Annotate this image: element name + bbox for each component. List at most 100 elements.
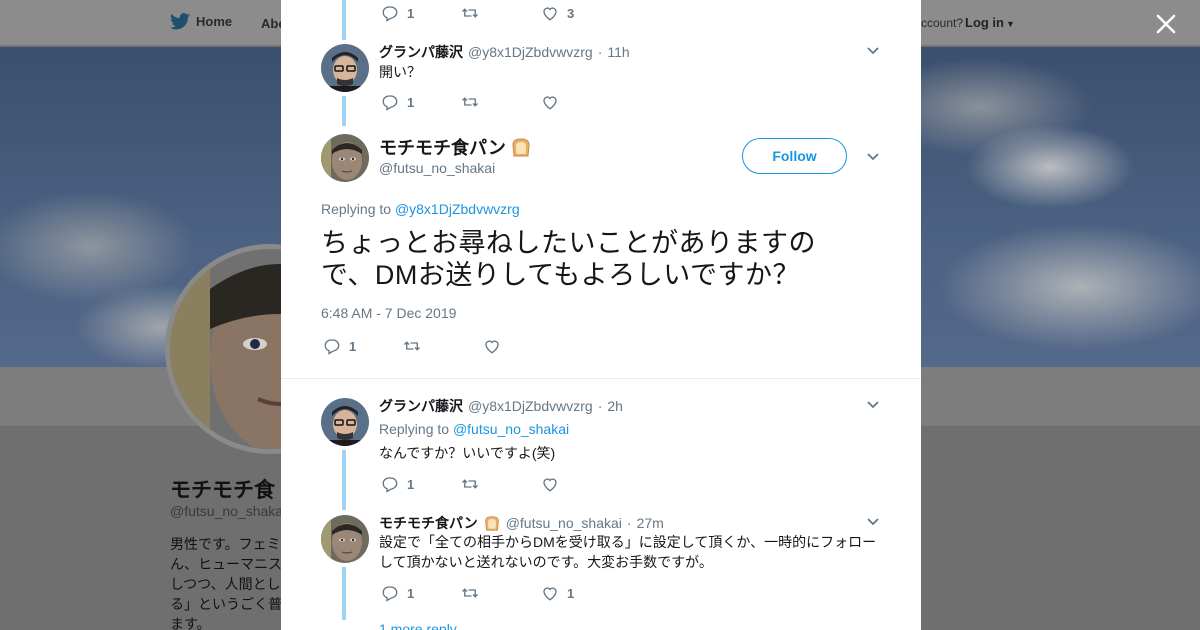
login-label: Log in: [965, 15, 1004, 30]
nav-home-label: Home: [196, 14, 233, 29]
retweet-button[interactable]: [461, 93, 541, 111]
reply-icon: [324, 339, 340, 355]
like-button[interactable]: [541, 93, 621, 111]
grandpa-avatar-illustration: [321, 398, 369, 446]
tweet-time[interactable]: 27m: [637, 515, 664, 531]
tweet-header: グランパ藤沢 @y8x1DjZbdvwvzrg · 11h: [379, 42, 630, 62]
main-author-handle[interactable]: @futsu_no_shakai: [379, 160, 495, 176]
bread-icon: [512, 138, 530, 157]
grandpa-avatar-illustration: [321, 44, 369, 92]
reply-icon: [382, 586, 398, 602]
replying-to-handle[interactable]: @futsu_no_shakai: [453, 421, 569, 437]
retweet-icon: [462, 8, 478, 18]
puppet-avatar-illustration: [321, 515, 369, 563]
tweet-header: モチモチ食パン @futsu_no_shakai · 27m: [379, 513, 664, 533]
nav-home-link[interactable]: Home: [170, 13, 232, 30]
reply-icon: [382, 6, 398, 22]
replying-to-prefix: Replying to: [321, 201, 392, 217]
author-name[interactable]: グランパ藤沢: [379, 396, 463, 416]
close-modal-button[interactable]: [1152, 10, 1180, 38]
like-icon: [485, 340, 499, 354]
author-handle[interactable]: @y8x1DjZbdvwvzrg: [468, 398, 593, 414]
thread-connector-line: [342, 567, 346, 620]
separator-dot: ·: [597, 44, 603, 60]
avatar[interactable]: [321, 44, 369, 92]
reply-count: 1: [407, 5, 415, 21]
retweet-icon: [462, 479, 478, 489]
like-button[interactable]: [541, 475, 621, 493]
chevron-down-icon[interactable]: [865, 514, 881, 530]
main-tweet-actions: 1: [323, 337, 563, 355]
like-button[interactable]: 3: [541, 4, 621, 22]
author-handle[interactable]: @y8x1DjZbdvwvzrg: [468, 44, 593, 60]
main-tweet-text: ちょっとお尋ねしたいことがありますので、DMお送りしてもよろしいですか？: [321, 228, 816, 290]
tweet-text: なんですか？いいですよ(笑): [379, 445, 556, 461]
avatar[interactable]: [321, 398, 369, 446]
like-count: 1: [567, 585, 575, 601]
author-handle[interactable]: @futsu_no_shakai: [506, 515, 622, 531]
reply-count: 1: [407, 94, 415, 110]
thread-connector-line: [342, 96, 346, 126]
like-icon: [543, 7, 557, 21]
twitter-bird-icon: [170, 13, 190, 30]
replying-to-handle[interactable]: @y8x1DjZbdvwvzrg: [395, 201, 520, 217]
reply-button[interactable]: 1: [323, 337, 403, 355]
reply-button[interactable]: 1: [381, 475, 461, 493]
more-replies-link[interactable]: 1 more reply: [379, 621, 457, 630]
login-link[interactable]: Log in ▼: [965, 15, 1015, 30]
like-icon: [543, 96, 557, 110]
main-author-name-text: モチモチ食パン: [379, 138, 506, 158]
bread-icon: [484, 516, 499, 531]
reply-count: 1: [407, 476, 415, 492]
profile-name: モチモチ食: [170, 479, 275, 502]
avatar[interactable]: [321, 515, 369, 563]
close-icon: [1156, 14, 1176, 34]
chevron-down-icon[interactable]: [865, 149, 881, 165]
retweet-icon: [404, 341, 420, 351]
tweet-time[interactable]: 2h: [607, 398, 623, 414]
thread-connector-line: [342, 450, 346, 510]
tweet-text: 開い？: [379, 64, 421, 80]
separator-dot: ·: [597, 398, 603, 414]
follow-button[interactable]: Follow: [742, 138, 847, 174]
chevron-down-icon[interactable]: [865, 43, 881, 59]
replying-to-line: Replying to @futsu_no_shakai: [379, 419, 569, 439]
main-author-name[interactable]: モチモチ食パン: [379, 134, 532, 160]
like-count: 3: [567, 5, 575, 21]
reply-icon: [382, 477, 398, 493]
like-icon: [543, 478, 557, 492]
tweet-header: グランパ藤沢 @y8x1DjZbdvwvzrg · 2h: [379, 396, 623, 416]
retweet-icon: [462, 97, 478, 107]
author-name[interactable]: モチモチ食パン: [379, 513, 478, 533]
reply-button[interactable]: 1: [381, 4, 461, 22]
account-prompt: ccount?: [921, 16, 964, 30]
reply-button[interactable]: 1: [381, 93, 461, 111]
avatar[interactable]: [321, 134, 369, 182]
tweet-detail-modal: 1 3 グランパ藤沢 @y8x1DjZbdvwvzrg · 11h 開い？ 1 …: [281, 0, 921, 630]
tweet-actions: 1 1: [381, 584, 621, 602]
puppet-avatar-illustration: [321, 134, 369, 182]
thread-connector-line: [342, 0, 346, 40]
divider: [281, 378, 921, 379]
retweet-button[interactable]: [461, 4, 541, 22]
main-tweet-timestamp[interactable]: 6:48 AM - 7 Dec 2019: [321, 305, 456, 321]
author-name[interactable]: グランパ藤沢: [379, 42, 463, 62]
reply-button[interactable]: 1: [381, 584, 461, 602]
tweet-text: 設定で「全ての相手からDMを受け取る」に設定して頂くか、一時的にフォローして頂か…: [379, 534, 877, 570]
retweet-button[interactable]: [461, 584, 541, 602]
profile-bio: 男性です。フェミ ん、ヒューマニス しつつ、人間とし る」というごく普 ます。: [170, 536, 282, 630]
reply-count: 1: [349, 338, 357, 354]
replying-to-prefix: Replying to: [379, 421, 450, 437]
retweet-button[interactable]: [403, 337, 483, 355]
caret-down-icon: ▼: [1006, 19, 1015, 29]
like-button[interactable]: [483, 337, 563, 355]
prev-tweet-actions: 1 3: [381, 4, 621, 22]
like-icon: [543, 587, 557, 601]
replying-to-line: Replying to @y8x1DjZbdvwvzrg: [321, 201, 520, 217]
chevron-down-icon[interactable]: [865, 397, 881, 413]
tweet-actions: 1: [381, 475, 621, 493]
like-button[interactable]: 1: [541, 584, 621, 602]
tweet-time[interactable]: 11h: [607, 44, 629, 60]
retweet-button[interactable]: [461, 475, 541, 493]
tweet-actions: 1: [381, 93, 621, 111]
